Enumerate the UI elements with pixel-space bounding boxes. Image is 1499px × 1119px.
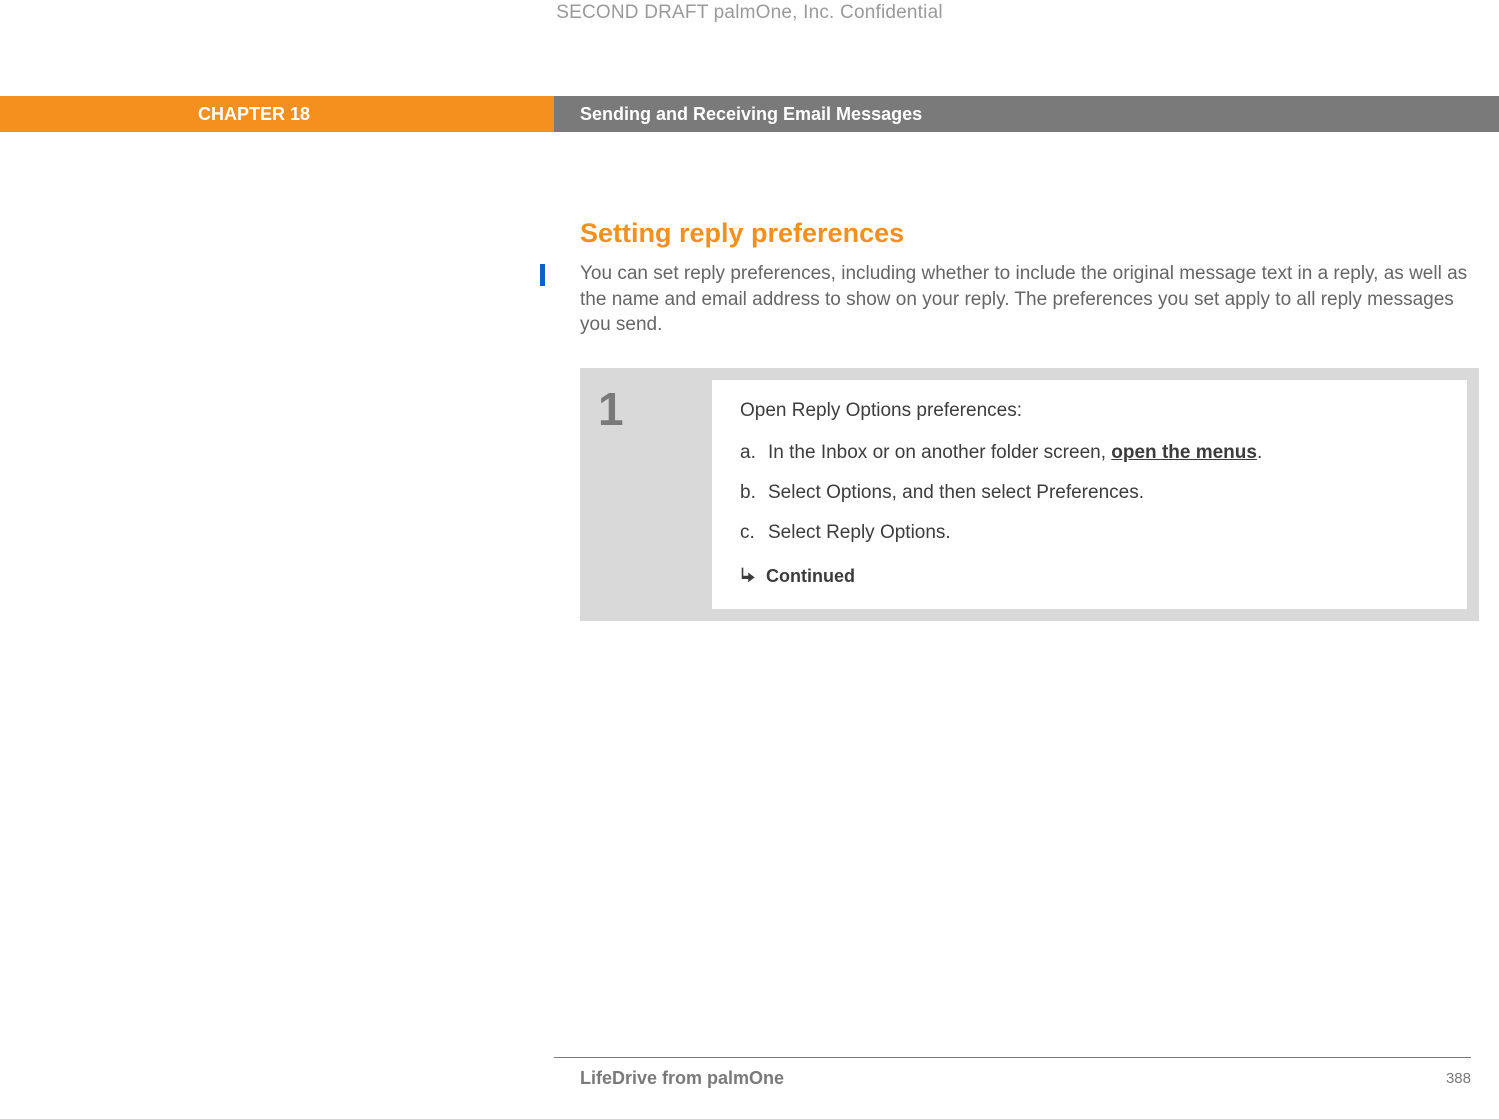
draft-header: SECOND DRAFT palmOne, Inc. Confidential <box>0 0 1499 24</box>
chapter-number: CHAPTER 18 <box>198 104 310 125</box>
list-marker: b. <box>740 482 768 504</box>
section-title: Setting reply preferences <box>580 218 1479 249</box>
open-menus-link[interactable]: open the menus <box>1111 442 1257 463</box>
step-box: 1 Open Reply Options preferences: a. In … <box>580 368 1479 621</box>
sub-step-list: a. In the Inbox or on another folder scr… <box>740 442 1439 544</box>
step-number: 1 <box>598 386 712 432</box>
content-area: Setting reply preferences You can set re… <box>580 218 1479 621</box>
step-body: Open Reply Options preferences: a. In th… <box>712 380 1467 609</box>
chapter-banner-right: Sending and Receiving Email Messages <box>554 96 1499 132</box>
list-item: c. Select Reply Options. <box>740 522 1439 544</box>
step-number-column: 1 <box>592 380 712 609</box>
chapter-banner: CHAPTER 18 Sending and Receiving Email M… <box>0 96 1499 132</box>
list-marker: c. <box>740 522 768 544</box>
list-item: b. Select Options, and then select Prefe… <box>740 482 1439 504</box>
list-item: a. In the Inbox or on another folder scr… <box>740 442 1439 464</box>
section-intro: You can set reply preferences, including… <box>580 261 1479 338</box>
chapter-banner-left: CHAPTER 18 <box>0 96 554 132</box>
list-text-suffix: . <box>1257 442 1262 463</box>
list-text: Select Options, and then select Preferen… <box>768 482 1144 504</box>
step-lead: Open Reply Options preferences: <box>740 400 1439 422</box>
chapter-title: Sending and Receiving Email Messages <box>580 104 922 125</box>
page: SECOND DRAFT palmOne, Inc. Confidential … <box>0 0 1499 1119</box>
list-marker: a. <box>740 442 768 464</box>
list-text: In the Inbox or on another folder screen… <box>768 442 1262 464</box>
continued-label: Continued <box>766 566 855 587</box>
continued-row: Continued <box>740 566 1439 587</box>
footer-page-number: 388 <box>1446 1070 1471 1087</box>
list-text: Select Reply Options. <box>768 522 951 544</box>
page-footer: LifeDrive from palmOne 388 <box>554 1057 1471 1089</box>
arrow-down-right-icon <box>740 567 758 585</box>
list-text-prefix: In the Inbox or on another folder screen… <box>768 442 1111 463</box>
change-bar-icon <box>540 264 545 286</box>
footer-product: LifeDrive from palmOne <box>554 1068 784 1089</box>
